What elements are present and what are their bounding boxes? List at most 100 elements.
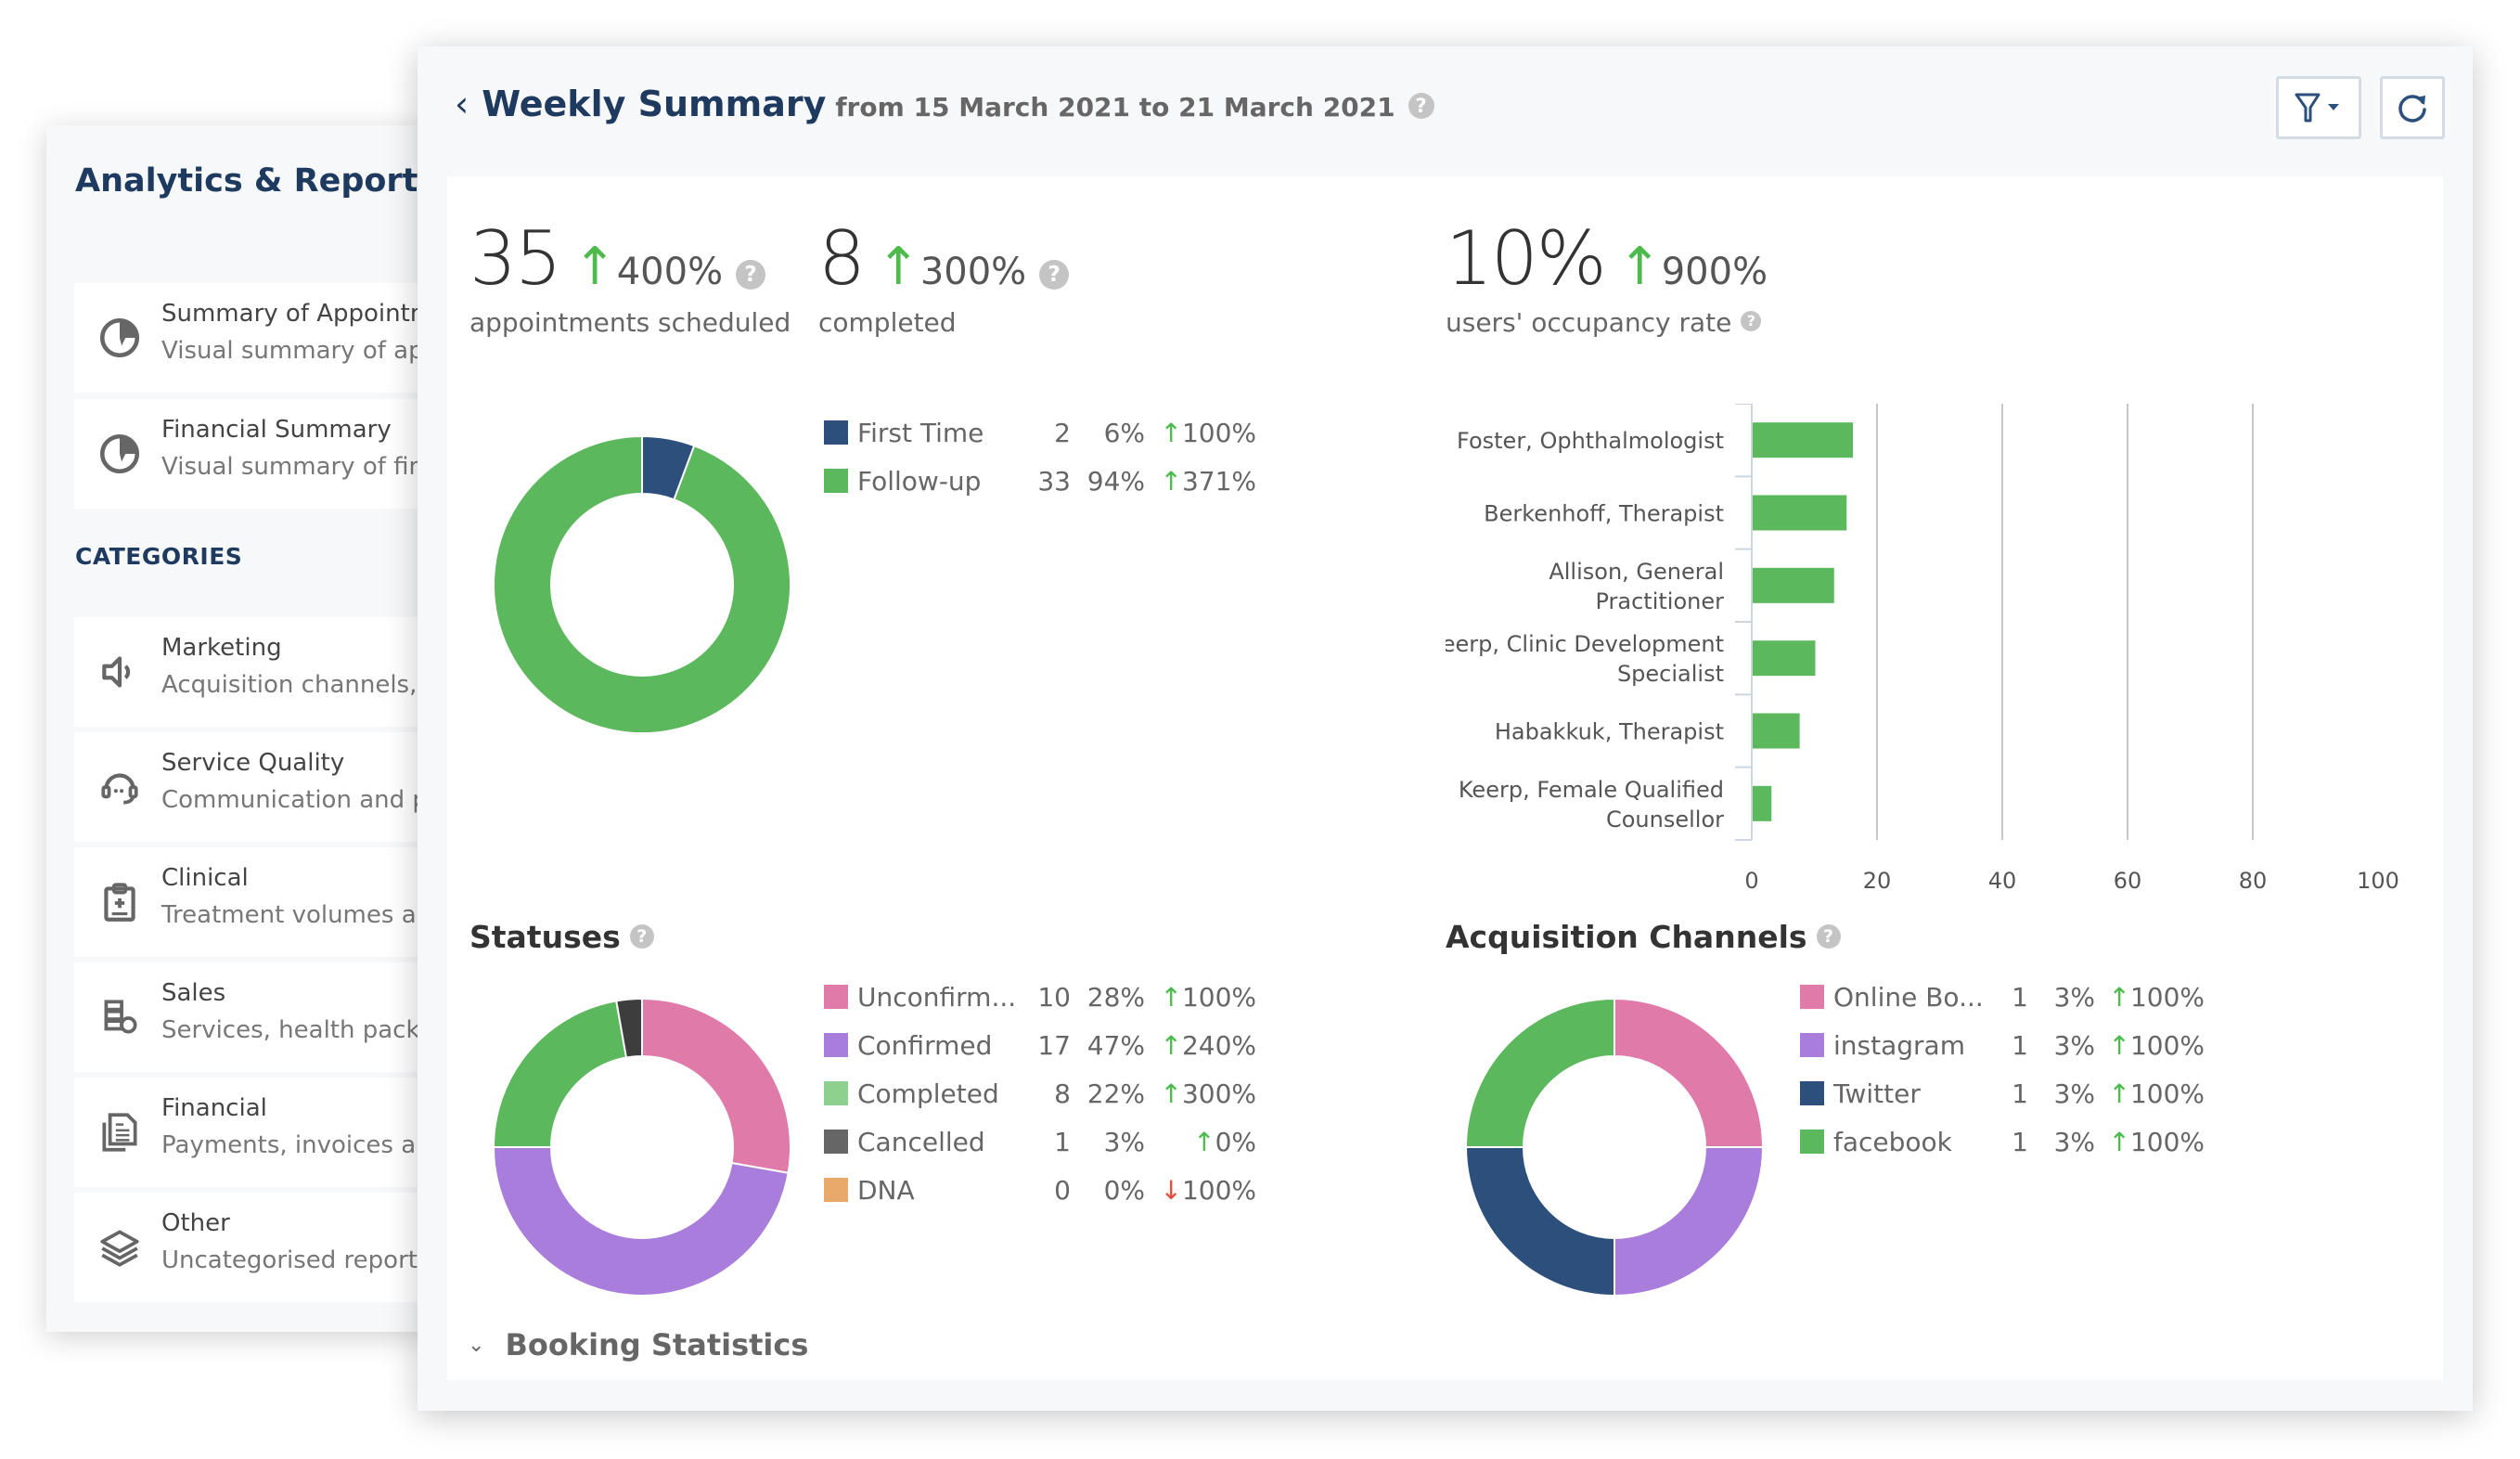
donut-slice-follow-up[interactable] xyxy=(493,434,791,734)
category-desc: Payments, invoices and xyxy=(161,1131,447,1159)
x-tick-label: 20 xyxy=(1863,868,1892,894)
panel-header: ‹ Weekly Summary from 15 March 2021 to 2… xyxy=(455,84,1434,139)
category-title: Financial xyxy=(161,1094,267,1122)
bar[interactable] xyxy=(1753,785,1772,821)
legend-change: 300% xyxy=(1181,1078,1256,1109)
x-tick-label: 60 xyxy=(2114,868,2142,894)
legend-label: First Time xyxy=(857,417,984,448)
report-item-summary-of-appointments[interactable]: Summary of Appointm Visual summary of ap… xyxy=(74,283,464,393)
category-title: Clinical xyxy=(161,864,249,892)
legend-row[interactable]: Twitter 1 3% ↑100% xyxy=(1800,1069,2205,1117)
category-label-line: Berkenhoff, Therapist xyxy=(1484,501,1724,527)
category-label-line: Specialist xyxy=(1617,661,1724,687)
legend-swatch xyxy=(824,1081,848,1105)
acquisition-legend: Online Bo... 1 3% ↑100% instagram 1 3% ↑100% Twi… xyxy=(1800,973,2205,1166)
category-label: Allison, General Practitioner xyxy=(1549,559,1724,614)
category-item-service-quality[interactable]: Service Quality Communication and pa xyxy=(74,732,464,842)
legend-row[interactable]: First Time 2 6% ↑100% xyxy=(824,408,1256,457)
arrow-down-icon: ↓ xyxy=(1160,1174,1182,1206)
categories-heading: CATEGORIES xyxy=(75,543,243,570)
legend-row[interactable]: facebook 1 3% ↑100% xyxy=(1800,1117,2205,1166)
legend-change-cell: ↓100% xyxy=(1145,1175,1256,1206)
legend-row[interactable]: DNA 0 0% ↓100% xyxy=(824,1166,1256,1214)
kpi-label: completed xyxy=(818,307,957,338)
kpi-change: 900% xyxy=(1661,251,1768,293)
report-item-title: Financial Summary xyxy=(161,416,392,444)
legend-swatch xyxy=(1800,1130,1824,1154)
legend-label: instagram xyxy=(1833,1029,1965,1061)
legend-row[interactable]: Unconfirm... 10 28% ↑100% xyxy=(824,973,1256,1021)
report-item-desc: Visual summary of fina xyxy=(161,453,439,481)
legend-change-cell: ↑300% xyxy=(1145,1078,1256,1109)
legend-row[interactable]: Completed 8 22% ↑300% xyxy=(824,1069,1256,1117)
help-icon[interactable]: ? xyxy=(736,259,766,290)
chevron-left-icon[interactable]: ‹ xyxy=(455,84,469,124)
filter-button[interactable] xyxy=(2276,76,2361,139)
report-item-title: Summary of Appointm xyxy=(161,300,434,328)
legend-label: Online Bo... xyxy=(1833,981,1984,1013)
donut-slice-twitter[interactable] xyxy=(1464,1146,1615,1298)
arrow-up-icon: ↑ xyxy=(1160,417,1182,448)
kpi-change: 400% xyxy=(616,251,724,293)
arrow-up-icon: ↑ xyxy=(572,237,617,297)
legend-row[interactable]: Cancelled 1 3% ↑0% xyxy=(824,1117,1256,1166)
legend-change-cell: ↑371% xyxy=(1145,466,1256,497)
donut-slice-online-bo[interactable] xyxy=(1614,997,1765,1148)
legend-percent: 22% xyxy=(1086,1078,1145,1109)
bar[interactable] xyxy=(1753,567,1834,603)
category-item-sales[interactable]: Sales Services, health packag xyxy=(74,962,464,1072)
category-title: Service Quality xyxy=(161,749,345,777)
category-desc: Uncategorised reports xyxy=(161,1246,431,1274)
legend-percent: 6% xyxy=(1103,417,1145,448)
donut-slice-facebook[interactable] xyxy=(1464,997,1615,1148)
category-label: Foster, Ophthalmologist xyxy=(1457,428,1724,454)
bar[interactable] xyxy=(1753,422,1853,458)
report-item-financial-summary[interactable]: Financial Summary Visual summary of fina xyxy=(74,399,464,509)
legend-change: 100% xyxy=(2129,1078,2205,1109)
legend-percent: 28% xyxy=(1086,981,1145,1013)
legend-row[interactable]: Online Bo... 1 3% ↑100% xyxy=(1800,973,2205,1021)
help-icon[interactable]: ? xyxy=(1039,259,1070,290)
legend-count: 1 xyxy=(2012,981,2028,1013)
arrow-up-icon: ↑ xyxy=(2108,981,2130,1013)
legend-row[interactable]: Confirmed 17 47% ↑240% xyxy=(824,1021,1256,1069)
bar[interactable] xyxy=(1753,640,1816,677)
legend-swatch xyxy=(1800,985,1824,1009)
legend-row[interactable]: Follow-up 33 94% ↑371% xyxy=(824,457,1256,505)
help-icon[interactable]: ? xyxy=(1408,93,1434,119)
legend-change-cell: ↑0% xyxy=(1145,1127,1256,1157)
legend-label: Unconfirm... xyxy=(857,981,1017,1013)
category-title: Marketing xyxy=(161,634,282,662)
bar[interactable] xyxy=(1753,713,1800,749)
layers-icon xyxy=(96,1224,143,1271)
category-label: Berkenhoff, Therapist xyxy=(1484,501,1724,527)
category-title: Sales xyxy=(161,979,226,1007)
weekly-summary-panel: ‹ Weekly Summary from 15 March 2021 to 2… xyxy=(418,46,2473,1411)
donut-slice-completed[interactable] xyxy=(492,1000,628,1148)
legend-row[interactable]: instagram 1 3% ↑100% xyxy=(1800,1021,2205,1069)
refresh-button[interactable] xyxy=(2380,76,2445,139)
help-icon[interactable]: ? xyxy=(1741,311,1762,331)
arrow-up-icon: ↑ xyxy=(2108,1078,2130,1109)
legend-count: 8 xyxy=(1054,1078,1071,1109)
category-item-financial[interactable]: Financial Payments, invoices and xyxy=(74,1078,464,1187)
booking-statistics-toggle[interactable]: ⌄ Booking Statistics xyxy=(468,1327,808,1362)
help-icon[interactable]: ? xyxy=(629,923,654,949)
category-item-marketing[interactable]: Marketing Acquisition channels, a xyxy=(74,617,464,727)
category-desc: Communication and pa xyxy=(161,786,443,814)
legend-label: facebook xyxy=(1833,1126,1952,1157)
donut-slice-unconfirm[interactable] xyxy=(641,997,791,1174)
legend-count: 33 xyxy=(1037,465,1071,497)
donut-slice-confirmed[interactable] xyxy=(492,1146,790,1297)
bar[interactable] xyxy=(1753,495,1847,531)
invoice-documents-icon xyxy=(96,1109,143,1156)
section-title: Acquisition Channels xyxy=(1446,919,1807,955)
date-range: from 15 March 2021 to 21 March 2021 xyxy=(835,92,1395,123)
donut-slice-instagram[interactable] xyxy=(1614,1146,1765,1298)
kpi-value: 8 xyxy=(818,215,866,302)
help-icon[interactable]: ? xyxy=(1816,923,1841,949)
category-item-clinical[interactable]: Clinical Treatment volumes an xyxy=(74,847,464,957)
pie-chart-icon xyxy=(96,431,143,477)
category-item-other[interactable]: Other Uncategorised reports xyxy=(74,1193,464,1302)
legend-swatch xyxy=(824,1178,848,1202)
